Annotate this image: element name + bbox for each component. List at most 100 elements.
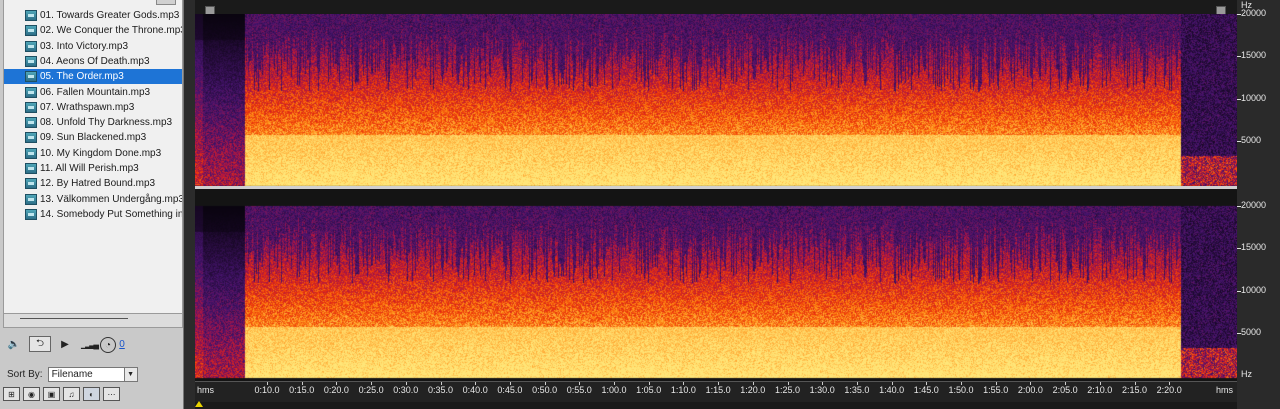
time-tick-label: 1:25.0 (774, 385, 801, 395)
time-tick (856, 382, 858, 385)
file-name: 11. All Will Perish.mp3 (40, 163, 139, 174)
file-item[interactable]: 10. My Kingdom Done.mp3 (4, 146, 182, 161)
time-tick-label: 1:40.0 (879, 385, 905, 395)
time-tick-label: 1:50.0 (948, 385, 974, 395)
file-item[interactable]: 06. Fallen Mountain.mp3 (4, 85, 182, 100)
freq-tick-label: 10000 (1241, 284, 1267, 295)
file-name: 04. Aeons Of Death.mp3 (40, 55, 150, 67)
file-item[interactable]: 11. All Will Perish.mp3 (4, 161, 182, 176)
play-icon[interactable]: ▶ (59, 336, 71, 352)
time-tick-label: 1:05.0 (636, 385, 662, 395)
time-ruler[interactable]: hms 0:10.0 0:15.0 0:20.0 0:25.0 0:30.0 0:35.0 0… (195, 381, 1237, 402)
time-tick-label: 0:25.0 (358, 385, 384, 395)
channel-divider (195, 186, 1237, 189)
freq-tick-label: 10000 (1241, 92, 1267, 103)
insert-icon[interactable]: ⊞ (3, 387, 20, 401)
time-tick-label: 0:15.0 (289, 385, 315, 395)
file-item[interactable]: 03. Into Victory.mp3 (4, 39, 182, 54)
loop-button[interactable]: ⮌ (29, 336, 51, 352)
time-tick-label: 1:15.0 (705, 385, 731, 395)
volume-knob[interactable]: ◔ (100, 337, 116, 353)
time-tick-label: 2:00.0 (1017, 385, 1043, 395)
audio-file-icon (25, 117, 37, 129)
time-tick (614, 382, 615, 385)
playhead-marker[interactable] (195, 401, 203, 407)
record-icon[interactable]: ◉ (23, 387, 40, 401)
freq-tick-label: 20000 (1241, 200, 1267, 210)
spectral-view[interactable]: Hz 20000 15000 10000 5000 Hz 20000 15000 10000 50… (195, 0, 1280, 409)
time-tick (1169, 382, 1171, 385)
audio-file-icon (25, 86, 37, 98)
file-item[interactable]: 07. Wrathspawn.mp3 (4, 100, 182, 115)
time-tick (405, 382, 407, 385)
audio-file-icon (25, 101, 37, 113)
time-tick (371, 382, 373, 385)
time-tick-label: 2:05.0 (1052, 385, 1078, 395)
time-tick (752, 382, 754, 385)
music-note-icon[interactable]: ♫ (63, 387, 80, 401)
file-item[interactable]: 05. The Order.mp3 (4, 69, 182, 85)
freq-tick (1237, 14, 1241, 15)
horizontal-scrollbar[interactable] (3, 313, 183, 328)
audio-file-icon (25, 132, 37, 144)
time-tick (891, 382, 893, 385)
audio-file-icon (25, 178, 37, 190)
file-item[interactable]: 02. We Conquer the Throne.mp3 (4, 23, 182, 38)
audio-file-icon (25, 10, 37, 21)
time-tick-label: 1:10.0 (670, 385, 696, 395)
freq-tick (1237, 56, 1241, 58)
scroll-thumb[interactable] (20, 318, 128, 319)
cd-icon[interactable]: ▣ (43, 387, 60, 401)
time-tick (926, 382, 928, 385)
file-item[interactable]: 01. Towards Greater Gods.mp3 (4, 8, 182, 23)
time-tick (336, 382, 338, 385)
file-name: 08. Unfold Thy Darkness.mp3 (40, 117, 173, 129)
time-tick-label: 1:00.0 (601, 385, 627, 395)
transport-bar: 🔈 ⮌ ▶ ▁▂▃▄ ◔ 0 (3, 332, 181, 356)
sort-row: Sort By: Filename ▼ (3, 365, 181, 383)
browse-icon[interactable]: ⋯ (103, 387, 120, 401)
audio-file-icon (25, 163, 37, 174)
preview-icon[interactable]: ◐ (83, 387, 100, 401)
freq-tick (1237, 290, 1241, 292)
audio-file-icon (25, 208, 37, 220)
time-tick-label: 0:55.0 (566, 385, 592, 395)
file-item[interactable]: 04. Aeons Of Death.mp3 (4, 54, 182, 69)
sort-label: Sort By: (7, 368, 43, 380)
time-tick (822, 382, 824, 385)
file-name: 10. My Kingdom Done.mp3 (40, 147, 162, 159)
time-tick-label: 0:10.0 (254, 385, 280, 395)
sort-select[interactable]: Filename ▼ (47, 366, 138, 382)
file-item[interactable]: 08. Unfold Thy Darkness.mp3 (4, 115, 182, 130)
freq-tick (1237, 333, 1241, 335)
volume-level-icon: ▁▂▃▄ (80, 339, 99, 349)
file-item[interactable]: 13. Välkommen Undergång.mp3 (4, 192, 182, 207)
time-tick (1134, 382, 1136, 385)
file-name: 02. We Conquer the Throne.mp3 (40, 25, 182, 37)
time-tick (1065, 382, 1067, 385)
time-tick (718, 382, 720, 385)
file-name: 12. By Hatred Bound.mp3 (40, 178, 156, 190)
panel-toolbar: ⊞ ◉ ▣ ♫ ◐ ⋯ (3, 387, 181, 405)
time-tick-label: 0:50.0 (532, 385, 558, 395)
time-tick-label: 1:30.0 (809, 385, 835, 395)
file-item[interactable]: 09. Sun Blackened.mp3 (4, 130, 182, 145)
file-name: 14. Somebody Put Something in (40, 208, 182, 220)
file-item[interactable]: 14. Somebody Put Something in (4, 207, 182, 222)
time-tick (787, 382, 789, 385)
spectrogram[interactable] (195, 14, 1237, 381)
time-tick-label: 0:35.0 (427, 385, 454, 395)
volume-value[interactable]: 0 (117, 336, 127, 352)
chevron-down-icon[interactable]: ▼ (123, 367, 137, 381)
file-list[interactable]: 01. Towards Greater Gods.mp3 02. We Conqu… (3, 0, 183, 314)
time-tick (683, 382, 685, 385)
time-tick (440, 382, 442, 385)
time-tick (267, 382, 268, 385)
speaker-icon[interactable]: 🔈 (5, 336, 23, 352)
file-item[interactable]: 12. By Hatred Bound.mp3 (4, 176, 182, 191)
time-tick-label: 1:35.0 (844, 385, 870, 395)
time-tick (301, 382, 303, 385)
time-tick-label: hms (197, 385, 215, 395)
freq-tick-label: 5000 (1241, 135, 1262, 146)
freq-tick (1237, 141, 1241, 143)
